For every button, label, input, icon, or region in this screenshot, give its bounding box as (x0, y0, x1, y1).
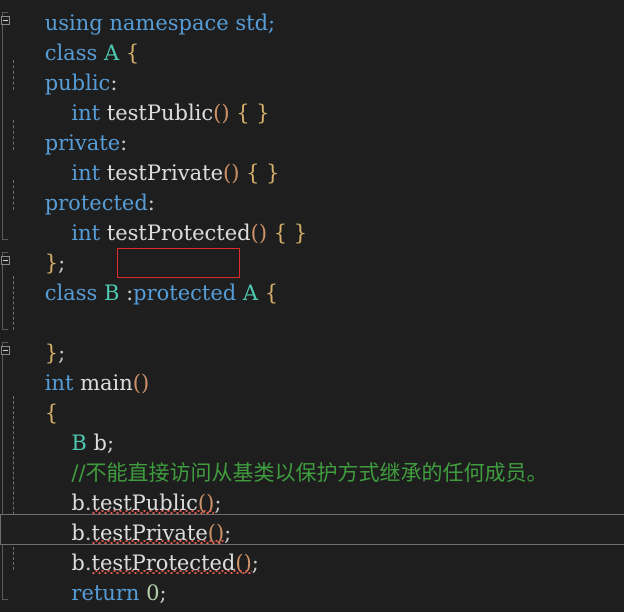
token-keyword-protected-inherit: protected (133, 281, 237, 305)
token-body-braces: { } (246, 161, 280, 185)
code-line-main-close[interactable]: } (0, 578, 58, 612)
code-line-using[interactable]: using namespace std; (0, 0, 275, 35)
code-line-main-decl[interactable]: int main() (0, 338, 149, 395)
token-fn-test-protected: testProtected (106, 221, 251, 245)
token-semicolon: ; (251, 551, 259, 575)
token-body-braces: { } (236, 101, 270, 125)
code-line-close-class-a[interactable]: }; (0, 218, 65, 275)
token-parens: () (132, 371, 150, 395)
token-body-braces: { } (273, 221, 308, 245)
code-line-protected[interactable]: protected: (0, 158, 155, 215)
token-semicolon: ; (159, 581, 167, 605)
token-parens: () (213, 101, 230, 125)
token-keyword-return: return (71, 581, 140, 605)
token-parens: () (250, 221, 268, 245)
token-base-class-a: A (242, 281, 259, 305)
token-keyword-int: int (71, 221, 101, 245)
code-line-private[interactable]: private: (0, 98, 128, 155)
code-line-return[interactable]: return 0; (0, 548, 166, 605)
code-line-main-open[interactable]: { (0, 368, 58, 425)
token-brace-open: { (264, 281, 279, 305)
token-parens: () (223, 161, 240, 185)
token-brace-open: { (125, 41, 140, 65)
code-line-decl-b[interactable]: B b; (0, 398, 114, 455)
code-line-test-public-decl[interactable]: int testPublic() { } (0, 68, 269, 125)
code-line-close-class-b[interactable]: }; (0, 308, 65, 365)
token-type-b: B (103, 281, 120, 305)
code-line-class-b[interactable]: class B :protected A { (0, 248, 278, 305)
code-line-test-protected-decl[interactable]: int testProtected() { } (0, 188, 307, 245)
code-line-call-test-protected[interactable]: b.testProtected(); (0, 518, 258, 575)
code-line-comment[interactable]: //不能直接访问从基类以保护方式继承的任何成员。 (0, 428, 547, 485)
code-line-call-test-private[interactable]: b.testPrivate(); (0, 488, 231, 545)
code-line-test-private-decl[interactable]: int testPrivate() { } (0, 128, 279, 185)
token-keyword-class: class (44, 281, 98, 305)
code-line-public[interactable]: public: (0, 38, 118, 95)
token-fn-main: main (80, 371, 133, 395)
token-parens: () (235, 551, 252, 575)
token-number-zero: 0 (146, 581, 160, 605)
code-line-call-test-public[interactable]: b.testPublic(); (0, 458, 221, 515)
code-editor[interactable]: using namespace std; class A { public: i… (0, 0, 624, 612)
code-line-class-a[interactable]: class A { (0, 8, 139, 65)
